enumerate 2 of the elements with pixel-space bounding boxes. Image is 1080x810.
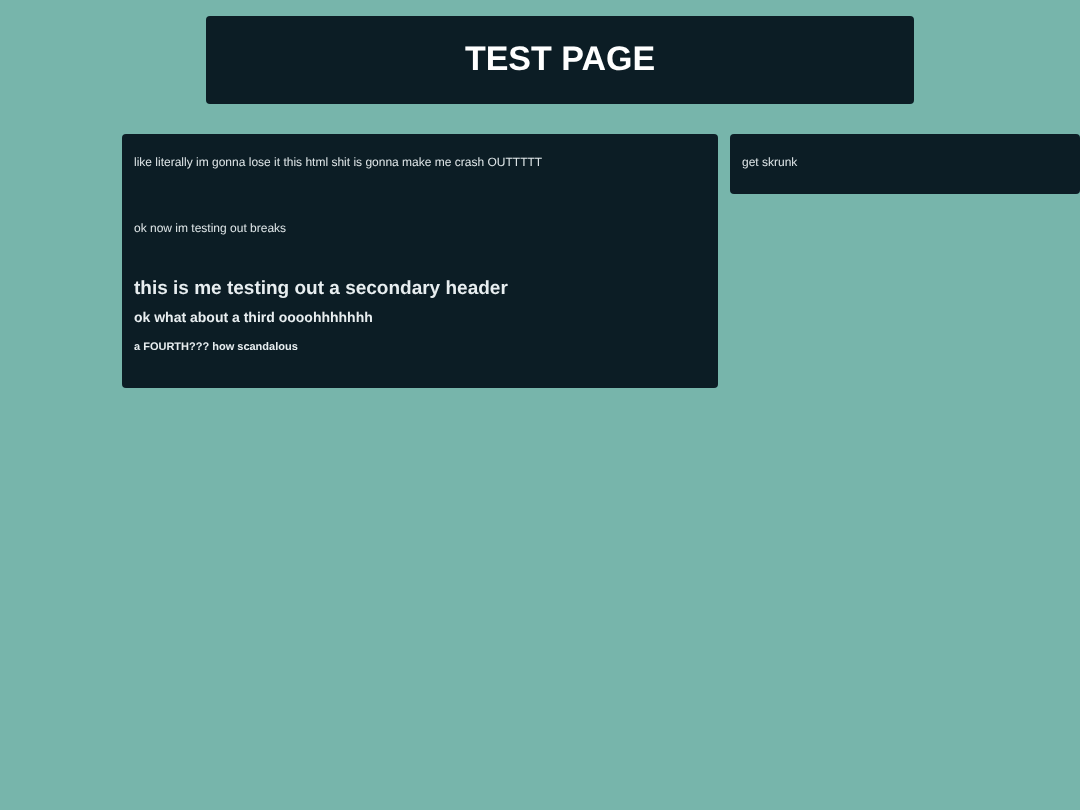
page-title: TEST PAGE (464, 40, 656, 80)
secondary-heading: this is me testing out a secondary header (134, 278, 510, 302)
